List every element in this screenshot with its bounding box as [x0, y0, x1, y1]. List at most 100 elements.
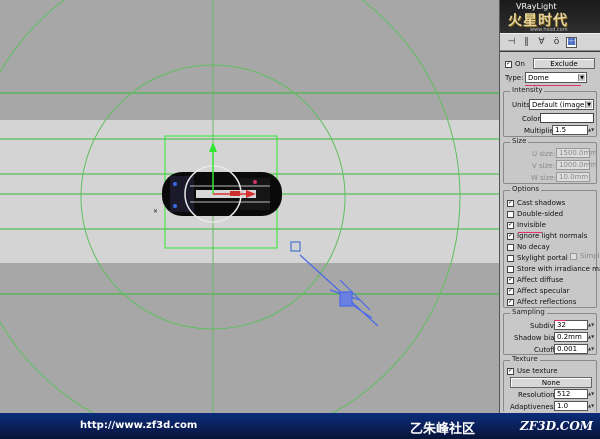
u-size-value: 1500.0mm	[559, 149, 598, 157]
banner-community-name: 乙朱峰社区	[410, 422, 476, 437]
adaptiveness-value: 1.0	[557, 402, 569, 410]
subdivs-value: 32	[557, 321, 566, 329]
on-checkbox[interactable]: ✓	[505, 60, 512, 68]
option-row[interactable]: Double-sided	[507, 210, 563, 218]
viewport-top[interactable]: ✕	[0, 0, 500, 413]
option-row[interactable]: Store with irradiance map	[507, 265, 600, 273]
option-label: Invisible	[517, 221, 546, 229]
option-row[interactable]: ✓ Affect diffuse	[507, 276, 563, 284]
option-label: Ignore light normals	[517, 232, 588, 240]
type-label: Type:	[505, 74, 524, 82]
option-checkbox[interactable]	[507, 210, 514, 218]
shadow-bias-spinner[interactable]: 0.2mm ▲▼	[554, 332, 594, 342]
size-title: Size	[510, 137, 529, 145]
spinner-arrows-icon[interactable]: ▲▼	[588, 126, 594, 134]
option-row[interactable]: ✓ Cast shadows	[507, 199, 565, 207]
option-label: Store with irradiance map	[517, 265, 600, 273]
v-size-spinner[interactable]: 1000.0mm	[556, 160, 597, 170]
texture-section: Texture ✓ Use texture None Resolution: 5…	[503, 355, 597, 412]
v-size-label: V size:	[532, 162, 555, 170]
show-end-result-icon[interactable]: ‖	[521, 37, 532, 48]
simple-checkbox[interactable]	[570, 252, 577, 260]
texture-map-button[interactable]: None	[510, 377, 592, 388]
adaptiveness-label: Adaptiveness:	[510, 403, 560, 411]
option-row[interactable]: ✓ Ignore light normals	[507, 232, 587, 240]
texture-title: Texture	[510, 355, 540, 363]
panel-header: VRayLight 火星时代 www.hxsd.com ⊣ ‖ ∀ ö ▦	[500, 0, 600, 52]
use-texture-label: Use texture	[517, 367, 558, 375]
command-panel: VRayLight 火星时代 www.hxsd.com ⊣ ‖ ∀ ö ▦ ✓ …	[500, 0, 600, 413]
w-size-value: 10.0mm	[559, 173, 589, 181]
option-label: Cast shadows	[517, 199, 566, 207]
shadow-bias-value: 0.2mm	[557, 333, 582, 341]
spinner-arrows-icon[interactable]: ▲▼	[588, 333, 594, 341]
option-label: Affect reflections	[517, 298, 577, 306]
adaptiveness-spinner[interactable]: 1.0 ▲▼	[554, 401, 594, 411]
units-dropdown[interactable]: Default (image) ▼	[529, 99, 594, 110]
on-checkbox-row[interactable]: ✓ On	[505, 60, 525, 68]
cutoff-value: 0.001	[557, 345, 578, 353]
use-texture-row[interactable]: ✓ Use texture	[507, 367, 558, 375]
remove-modifier-icon[interactable]: ö	[551, 37, 562, 48]
option-checkbox[interactable]: ✓	[507, 199, 514, 207]
option-row[interactable]: ✓ Invisible	[507, 221, 546, 229]
use-texture-checkbox[interactable]: ✓	[507, 367, 514, 375]
spinner-arrows-icon[interactable]: ▲▼	[588, 402, 594, 410]
v-size-value: 1000.0mm	[559, 161, 598, 169]
subdivs-spinner[interactable]: 32 ▲▼	[554, 320, 594, 330]
general-section: ✓ On Exclude Type: Dome ▼	[503, 56, 597, 88]
chevron-down-icon: ▼	[578, 74, 585, 81]
resolution-label: Resolution:	[518, 391, 557, 399]
resolution-spinner[interactable]: 512 ▲▼	[554, 389, 594, 399]
option-checkbox[interactable]	[507, 254, 514, 262]
camera-widget[interactable]	[299, 254, 379, 327]
type-row: Type:	[505, 74, 523, 82]
chevron-down-icon: ▼	[585, 101, 592, 108]
on-label: On	[515, 60, 525, 68]
exclude-button[interactable]: Exclude	[533, 58, 595, 69]
site-banner: http://www.zf3d.com 乙朱峰社区 ZF3D.COM	[0, 413, 600, 439]
option-checkbox[interactable]: ✓	[507, 221, 514, 229]
pivot-mark: ✕	[153, 208, 158, 215]
option-row[interactable]: ✓ Affect reflections	[507, 298, 576, 306]
options-section: Options ✓ Cast shadows Double-sided ✓ Invisi…	[503, 185, 600, 308]
pin-icon[interactable]: ⊣	[506, 37, 517, 48]
resolution-value: 512	[557, 390, 571, 398]
invisible-highlight	[518, 232, 542, 233]
banner-url[interactable]: http://www.zf3d.com	[80, 420, 197, 431]
multiplier-value: 1.5	[555, 126, 567, 134]
option-checkbox[interactable]: ✓	[507, 232, 514, 240]
type-dropdown[interactable]: Dome ▼	[525, 72, 587, 83]
configure-icon[interactable]: ▦	[566, 36, 577, 48]
option-checkbox[interactable]: ✓	[507, 276, 514, 284]
intensity-section: Intensity Units: Default (image) ▼ Color…	[503, 86, 597, 137]
sampling-section: Sampling Subdivs: 32 ▲▼ Shadow bias: 0.2…	[503, 308, 597, 355]
option-row[interactable]: ✓ Affect specular	[507, 287, 570, 295]
type-value: Dome	[528, 73, 549, 82]
option-row[interactable]: Skylight portal	[507, 254, 568, 262]
modifier-toolbar: ⊣ ‖ ∀ ö ▦	[500, 33, 600, 51]
multiplier-spinner[interactable]: 1.5 ▲▼	[552, 125, 594, 135]
w-size-spinner[interactable]: 10.0mm	[556, 172, 590, 182]
color-swatch[interactable]	[540, 113, 594, 123]
option-row[interactable]: No decay	[507, 243, 550, 251]
cutoff-spinner[interactable]: 0.001 ▲▼	[554, 344, 594, 354]
option-checkbox[interactable]	[507, 265, 514, 273]
spinner-arrows-icon[interactable]: ▲▼	[588, 345, 594, 353]
option-checkbox[interactable]	[507, 243, 514, 251]
u-size-spinner[interactable]: 1500.0mm	[556, 148, 597, 158]
option-label: Affect specular	[517, 287, 570, 295]
make-unique-icon[interactable]: ∀	[536, 37, 547, 48]
banner-logo: ZF3D.COM	[520, 419, 594, 433]
subdivs-highlight	[554, 320, 566, 321]
option-checkbox[interactable]: ✓	[507, 298, 514, 306]
spinner-arrows-icon[interactable]: ▲▼	[588, 321, 594, 329]
viewport-scene[interactable]: ✕	[0, 0, 500, 413]
size-section: Size U size: 1500.0mm V size: 1000.0mm W…	[503, 137, 597, 184]
option-label: Affect diffuse	[517, 276, 564, 284]
simple-label: Simple	[580, 252, 600, 260]
spinner-arrows-icon[interactable]: ▲▼	[588, 390, 594, 398]
option-checkbox[interactable]: ✓	[507, 287, 514, 295]
simple-row[interactable]: Simple	[570, 252, 600, 260]
options-title: Options	[510, 185, 542, 193]
